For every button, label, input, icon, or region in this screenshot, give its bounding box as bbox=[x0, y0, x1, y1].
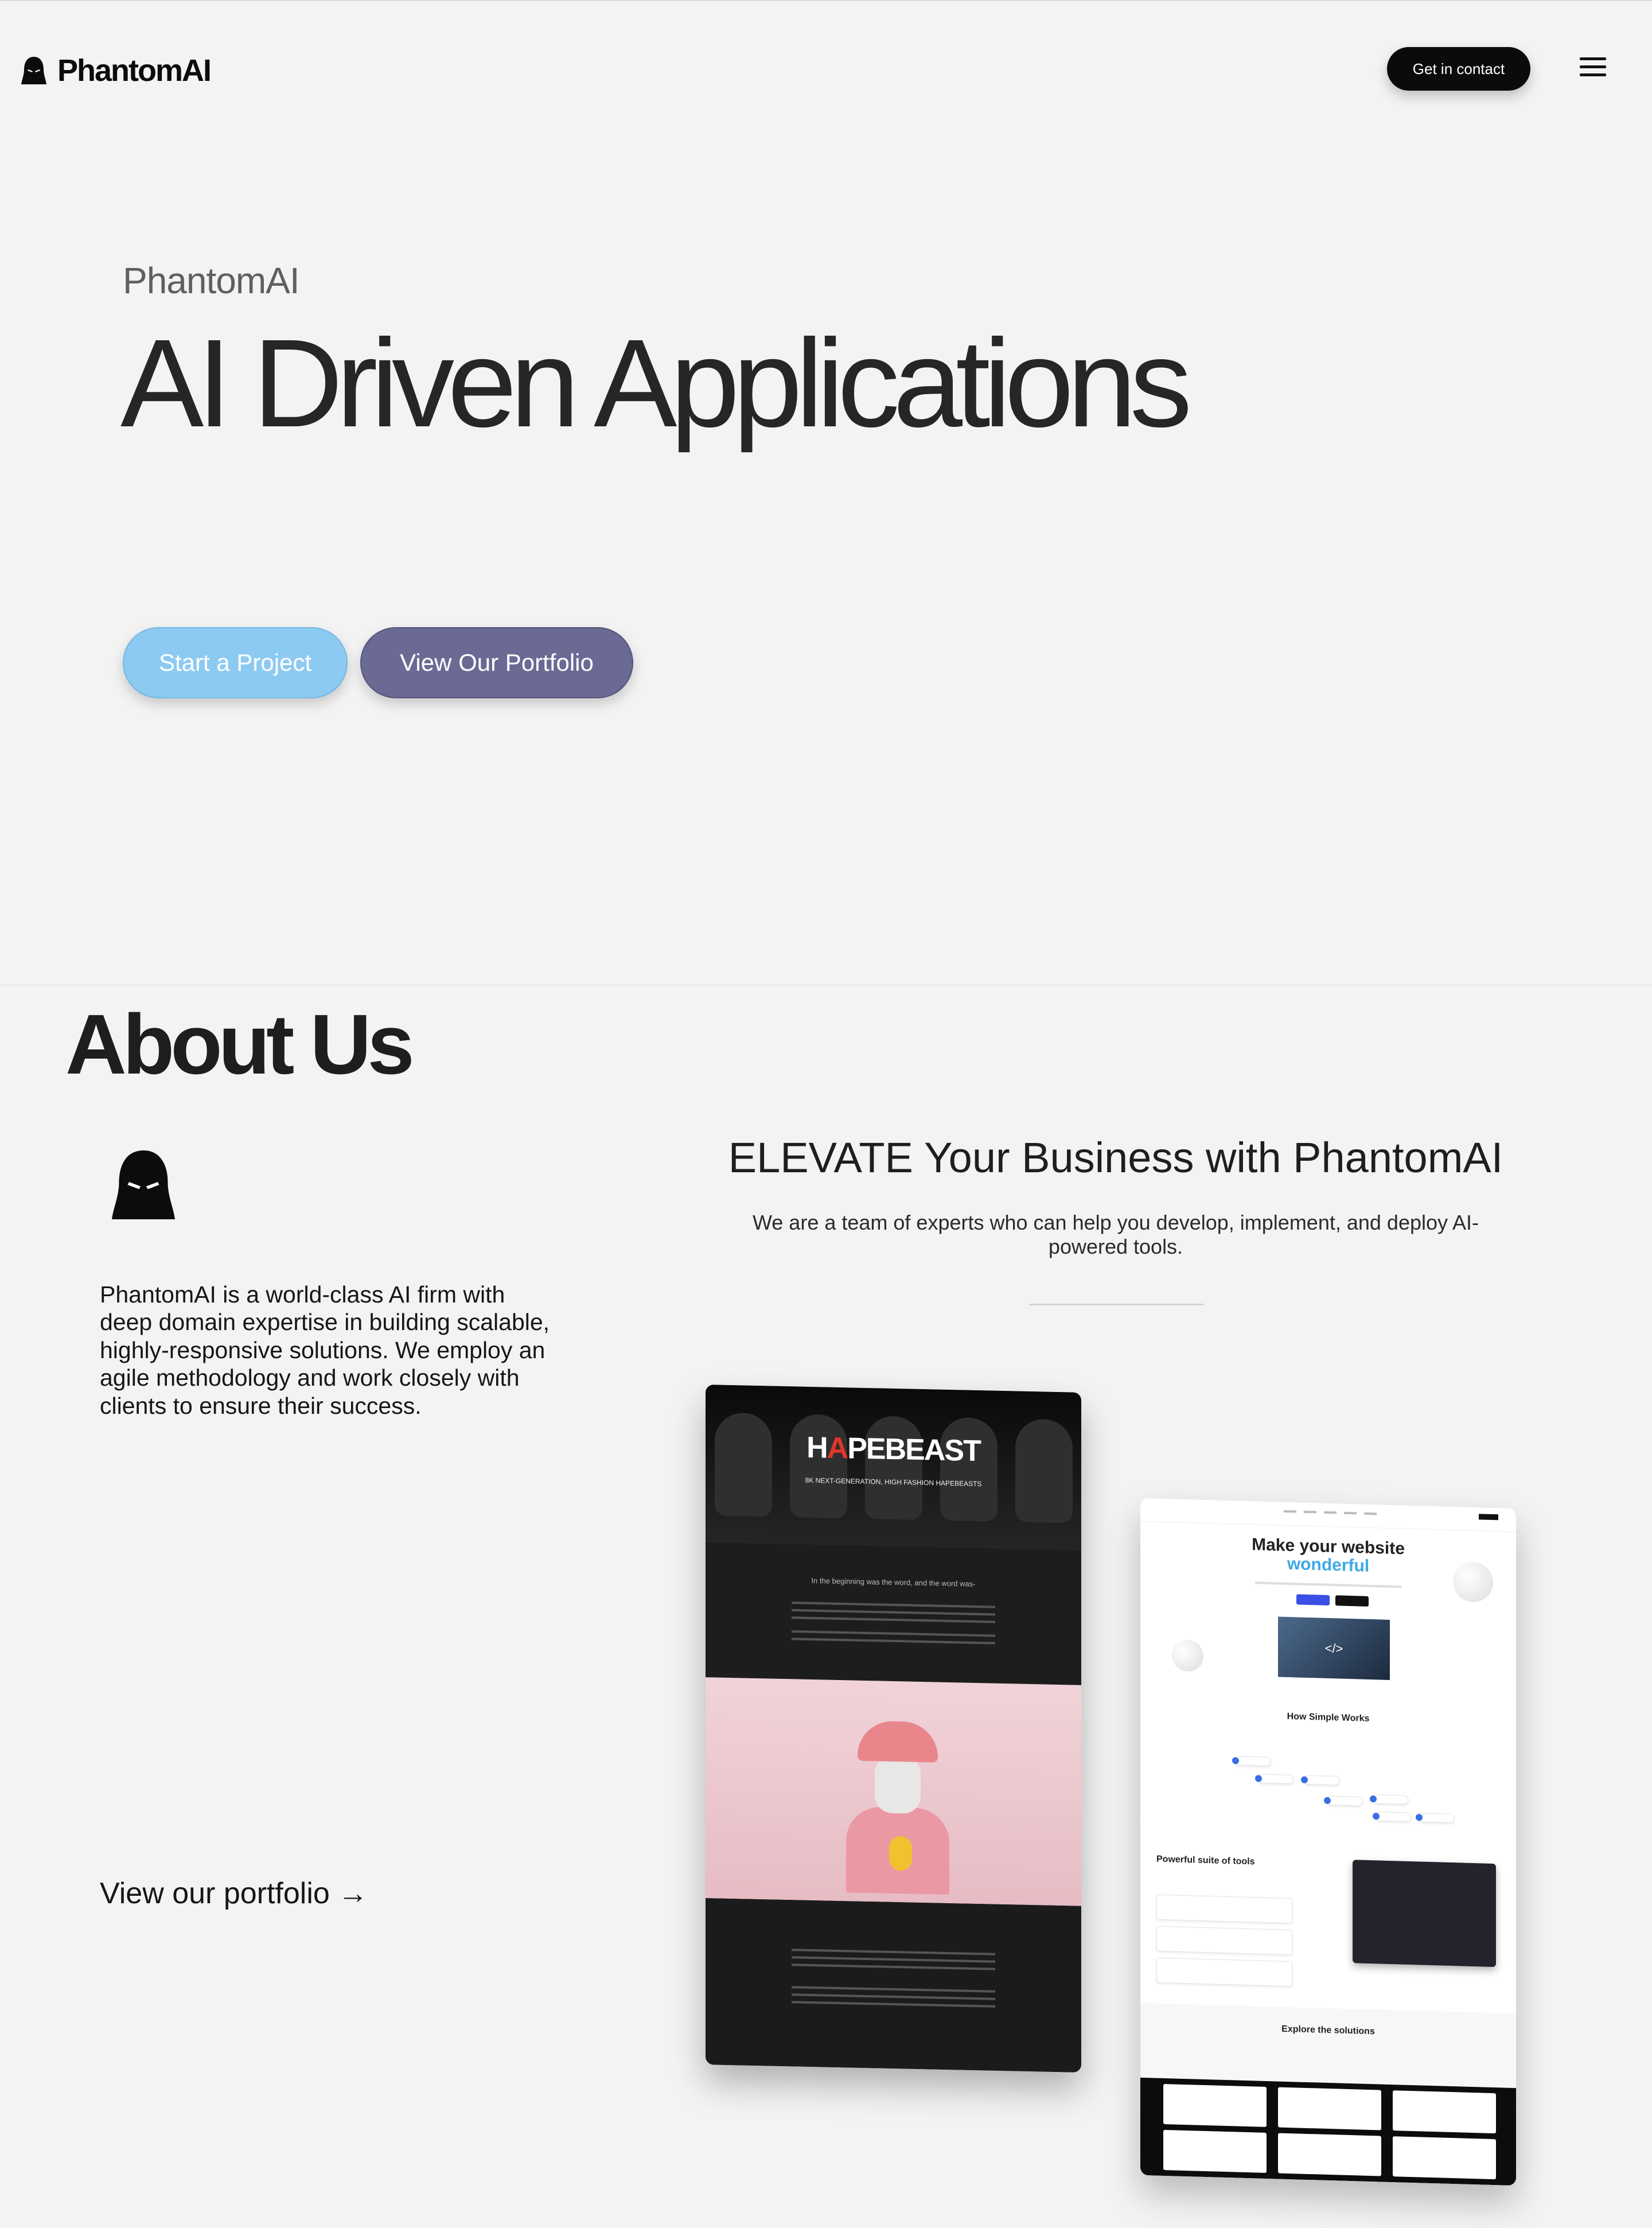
mockup-step bbox=[1304, 1775, 1339, 1786]
mockup-step bbox=[1419, 1813, 1454, 1823]
logo[interactable]: PhantomAI bbox=[21, 53, 212, 88]
mockup-step bbox=[1327, 1795, 1362, 1806]
mockup-section-tools: Powerful suite of tools bbox=[1156, 1854, 1255, 1867]
elevate-subheading: We are a team of experts who can help yo… bbox=[752, 1211, 1479, 1258]
mockup-section-how: How Simple Works bbox=[1287, 1711, 1370, 1724]
section-divider bbox=[0, 985, 1652, 986]
mockup-solution-tile bbox=[1163, 2129, 1267, 2173]
ghost-hood-icon bbox=[112, 1150, 175, 1219]
hapebeast-mockup: HAPEBEAST 8K NEXT-GENERATION, HIGH FASHI… bbox=[706, 1385, 1081, 2073]
top-border bbox=[0, 0, 1652, 1]
mockup-step bbox=[1376, 1811, 1411, 1822]
mockup-text-line bbox=[792, 1986, 995, 1993]
mockup-hero-banner: HAPEBEAST 8K NEXT-GENERATION, HIGH FASHI… bbox=[706, 1385, 1081, 1550]
mockup-solution-tile bbox=[1278, 2087, 1381, 2130]
mockup-tool-card bbox=[1156, 1926, 1292, 1955]
decorative-sphere bbox=[1172, 1639, 1203, 1672]
ape-character-illustration bbox=[846, 1720, 949, 1895]
mockup-section-explore: Explore the solutions bbox=[1281, 2024, 1375, 2037]
mockup-solution-tile bbox=[1393, 2090, 1496, 2134]
mockup-footer-panel bbox=[706, 1898, 1081, 2073]
decorative-sphere bbox=[1453, 1561, 1493, 1603]
mockup-text-line bbox=[792, 1609, 995, 1616]
mockup-intro-line: In the beginning was the word, and the w… bbox=[811, 1576, 976, 1588]
website-builder-mockup: Make your website wonderful </> How Simp… bbox=[1140, 1498, 1516, 2186]
mockup-tool-card bbox=[1156, 1894, 1292, 1924]
mockup-solution-grid bbox=[1140, 2077, 1516, 2186]
about-description: PhantomAI is a world-class AI firm with … bbox=[100, 1281, 550, 1419]
mockup-secondary-button bbox=[1335, 1595, 1369, 1607]
get-in-contact-button[interactable]: Get in contact bbox=[1387, 47, 1530, 91]
heading-divider bbox=[1029, 1304, 1203, 1305]
ghost-hood-icon bbox=[21, 57, 46, 84]
mockup-text-line bbox=[792, 1993, 995, 2000]
elevate-heading: ELEVATE Your Business with PhantomAI bbox=[728, 1134, 1503, 1181]
start-project-button[interactable]: Start a Project bbox=[123, 627, 348, 698]
mockup-text-line bbox=[792, 1949, 995, 1955]
hamburger-menu-icon[interactable] bbox=[1580, 57, 1608, 77]
mockup-subtext bbox=[1255, 1581, 1401, 1588]
mockup-text-line bbox=[792, 1963, 995, 1970]
mockup-primary-button bbox=[1296, 1594, 1330, 1606]
about-title: About Us bbox=[65, 997, 415, 1092]
mockup-text-line bbox=[792, 1601, 995, 1608]
hero-eyebrow: PhantomAI bbox=[123, 260, 300, 301]
mockup-text-line bbox=[792, 1616, 995, 1623]
mockup-step bbox=[1258, 1774, 1293, 1784]
mockup-text-line bbox=[792, 2001, 995, 2008]
mockup-step bbox=[1235, 1756, 1271, 1767]
mockup-text-line bbox=[792, 1630, 995, 1637]
mockup-solution-tile bbox=[1278, 2133, 1381, 2176]
mockup-solution-tile bbox=[1393, 2136, 1496, 2180]
mockup-terminal bbox=[1353, 1860, 1496, 1968]
mockup-nav bbox=[1140, 1498, 1516, 1533]
view-portfolio-link[interactable]: View our portfolio → bbox=[100, 1876, 368, 1911]
logo-text: PhantomAI bbox=[57, 53, 212, 88]
mockup-text-line bbox=[792, 1956, 995, 1963]
hero-title: AI Driven Applications bbox=[120, 314, 1192, 453]
mockup-step bbox=[1373, 1794, 1408, 1805]
mockup-code-image: </> bbox=[1278, 1616, 1390, 1681]
mockup-solution-tile bbox=[1163, 2083, 1267, 2127]
view-portfolio-button[interactable]: View Our Portfolio bbox=[360, 627, 633, 698]
mockup-text-line bbox=[792, 1638, 995, 1644]
mockup-tool-card bbox=[1156, 1957, 1292, 1987]
